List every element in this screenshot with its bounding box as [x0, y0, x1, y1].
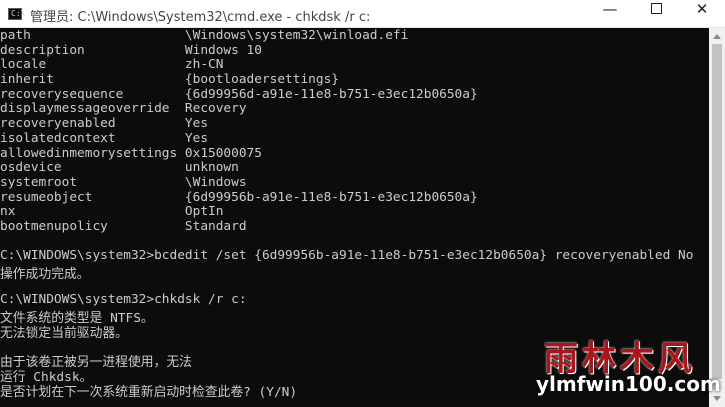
minimize-button[interactable]: —	[587, 0, 633, 28]
console-line: C:\WINDOWS\system32>chkdsk /r c:	[0, 292, 247, 308]
console-line: allowedinmemorysettings 0x15000075	[0, 145, 262, 161]
maximize-icon	[650, 3, 662, 14]
console-line: resumeobject {6d99956b-a91e-11e8-b751-e3…	[0, 189, 478, 205]
console-line: bootmenupolicy Standard	[0, 218, 247, 234]
console-line: inherit {bootloadersettings}	[0, 72, 339, 88]
watermark-logo: 雨林木风 ylmfwin100.com	[510, 331, 721, 401]
console-line: systemroot \Windows	[0, 174, 247, 190]
window-title: 管理员: C:\Windows\System32\cmd.exe - chkds…	[30, 10, 371, 25]
maximize-button[interactable]	[633, 0, 679, 28]
console-line: 文件系统的类型是 NTFS。	[0, 311, 154, 327]
scrollbar-thumb[interactable]	[712, 44, 722, 379]
console-line: displaymessageoverride Recovery	[0, 101, 247, 117]
watermark-url-text: ylmfwin100.com	[536, 372, 721, 396]
console-line: isolatedcontext Yes	[0, 130, 209, 146]
console-line: 操作成功完成。	[0, 267, 90, 282]
title-bar[interactable]: C:\ 管理员: C:\Windows\System32\cmd.exe - c…	[0, 0, 725, 28]
console-line: path \Windows\system32\winload.efi	[0, 28, 409, 43]
cmd-icon-text: C:\	[11, 9, 26, 18]
cmd-icon: C:\	[8, 8, 26, 20]
console-line: C:\WINDOWS\system32>bcdedit /set {6d9995…	[0, 248, 694, 264]
console-line: recoveryenabled Yes	[0, 116, 209, 132]
scroll-down-icon[interactable]	[713, 396, 721, 401]
console-line: recoverysequence {6d99956d-a91e-11e8-b75…	[0, 86, 478, 102]
close-button[interactable]: ✕	[679, 0, 725, 28]
console-line: nx OptIn	[0, 204, 224, 220]
scroll-up-icon[interactable]	[713, 34, 721, 39]
console-line: description Windows 10	[0, 42, 262, 58]
console-line: locale zh-CN	[0, 57, 224, 73]
console-line: osdevice unknown	[0, 160, 239, 176]
vertical-scrollbar[interactable]	[709, 28, 725, 407]
